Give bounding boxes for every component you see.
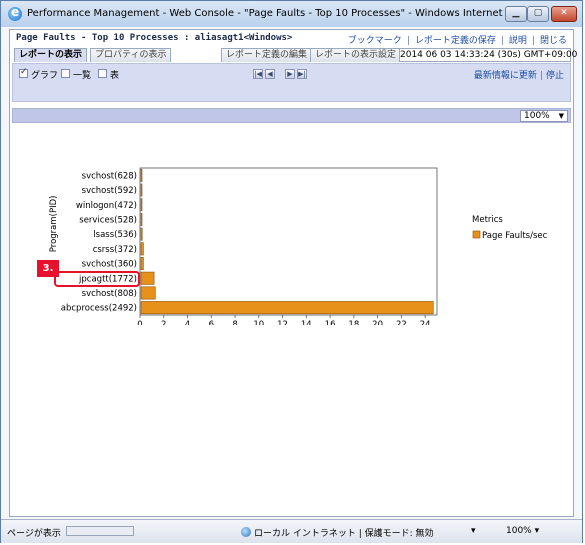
category-label: svchost(592) xyxy=(82,186,137,196)
list-checkbox-label: 一覧 xyxy=(73,71,92,81)
zoom-value: 100% xyxy=(524,111,550,121)
data-bar xyxy=(140,212,143,226)
close-window-button[interactable]: ✕ xyxy=(551,6,577,22)
security-zone-text: ローカル イントラネット | 保護モード: 無効 xyxy=(254,529,434,539)
bookmark-link[interactable]: ブックマーク xyxy=(348,36,402,46)
description-link[interactable]: 説明 xyxy=(509,36,527,46)
page-title: Page Faults - Top 10 Processes : aliasag… xyxy=(16,33,293,43)
list-checkbox[interactable] xyxy=(61,69,70,78)
tab-report-display-settings[interactable]: レポートの表示設定 xyxy=(310,48,402,62)
title-bar: Performance Management - Web Console - "… xyxy=(1,1,582,27)
category-label: csrss(372) xyxy=(93,245,137,255)
toolbar-panel: グラフ 一覧 表 |◀ ◀ ▶ ▶| 最新情報に更新|停止 xyxy=(12,63,571,102)
header-links: ブックマーク | レポート定義の保存 | 説明 | 閉じる xyxy=(347,36,567,46)
x-tick-label: 4 xyxy=(185,320,190,325)
x-tick-label: 22 xyxy=(396,320,407,325)
legend-title: Metrics xyxy=(472,215,503,225)
maximize-button[interactable]: ▢ xyxy=(527,6,549,22)
refresh-links: 最新情報に更新 | 停止 xyxy=(473,71,564,81)
browser-window: Performance Management - Web Console - "… xyxy=(0,0,583,543)
minimize-button[interactable]: ▁ xyxy=(505,6,527,22)
category-label: svchost(360) xyxy=(82,260,137,270)
category-label: lsass(536) xyxy=(93,230,137,240)
data-bar xyxy=(140,198,143,212)
close-icon: ✕ xyxy=(560,8,568,18)
x-tick-label: 14 xyxy=(301,320,312,325)
tab-view-report[interactable]: レポートの表示 xyxy=(14,48,88,62)
x-tick-label: 24 xyxy=(420,320,431,325)
data-bar xyxy=(140,242,144,256)
x-tick-label: 2 xyxy=(161,320,166,325)
refresh-link[interactable]: 最新情報に更新 xyxy=(474,71,537,81)
previous-page-icon[interactable]: ◀ xyxy=(265,69,275,79)
last-page-icon[interactable]: ▶| xyxy=(297,69,307,79)
data-bar xyxy=(140,271,155,285)
legend-entry: Page Faults/sec xyxy=(482,231,548,241)
status-text: ページが表示 xyxy=(7,529,61,539)
status-zoom[interactable]: 100% ▾ xyxy=(506,526,539,536)
table-checkbox[interactable] xyxy=(98,69,107,78)
data-bar xyxy=(140,286,156,300)
x-tick-label: 8 xyxy=(232,320,237,325)
zoom-select[interactable]: 100% ▼ xyxy=(520,110,568,122)
category-label: services(528) xyxy=(79,215,137,225)
zoom-bar: 100% ▼ xyxy=(12,108,571,123)
minimize-icon: ▁ xyxy=(512,8,520,18)
data-bar xyxy=(140,183,143,197)
x-tick-label: 18 xyxy=(348,320,359,325)
chevron-down-icon: ▼ xyxy=(558,112,564,120)
window-title: Performance Management - Web Console - "… xyxy=(27,8,548,19)
category-label: winlogon(472) xyxy=(76,201,137,211)
close-link[interactable]: 閉じる xyxy=(540,36,567,46)
tools-dropdown[interactable]: ▾ xyxy=(471,526,476,536)
category-label: svchost(628) xyxy=(82,171,137,181)
table-checkbox-label: 表 xyxy=(110,71,120,81)
x-tick-label: 0 xyxy=(137,320,142,325)
y-axis-label: Program(PID) xyxy=(49,196,59,253)
bar-chart: svchost(628) svchost(592) winlogon(472) ser… xyxy=(49,167,548,325)
x-tick-label: 16 xyxy=(325,320,336,325)
tab-edit-report-definition[interactable]: レポート定義の編集 xyxy=(221,48,313,62)
x-tick-label: 6 xyxy=(209,320,214,325)
first-page-icon[interactable]: |◀ xyxy=(253,69,263,79)
data-bar xyxy=(140,257,144,271)
globe-icon xyxy=(241,527,251,537)
category-label: abcprocess(2492) xyxy=(61,304,137,314)
tab-view-properties[interactable]: プロパティの表示 xyxy=(90,48,172,62)
maximize-icon: ▢ xyxy=(533,8,543,18)
graph-checkbox[interactable] xyxy=(19,67,28,78)
category-label: svchost(808) xyxy=(82,289,137,299)
report-datetime: 2014 06 03 14:33:24 (30s) GMT+09:00 xyxy=(399,48,578,62)
plot-area xyxy=(139,167,438,316)
status-bar: ページが表示 ローカル イントラネット | 保護モード: 無効 ▾ 100% ▾ xyxy=(1,519,582,543)
x-tick-label: 10 xyxy=(253,320,264,325)
tab-row: レポートの表示 プロパティの表示 レポート定義の編集 レポートの表示設定 201… xyxy=(10,47,578,63)
x-tick-label: 12 xyxy=(277,320,288,325)
security-zone[interactable]: ローカル イントラネット | 保護モード: 無効 xyxy=(241,526,434,539)
page-content: Page Faults - Top 10 Processes : aliasag… xyxy=(9,29,578,517)
stop-link[interactable]: 停止 xyxy=(546,71,564,81)
data-bar xyxy=(140,168,143,182)
data-bar xyxy=(140,301,434,315)
callout-highlight xyxy=(54,271,140,287)
legend-swatch xyxy=(472,230,481,239)
graph-checkbox-label: グラフ xyxy=(31,71,59,81)
next-page-icon[interactable]: ▶ xyxy=(285,69,295,79)
x-tick-label: 20 xyxy=(372,320,383,325)
data-bar xyxy=(140,227,143,241)
save-report-definition-link[interactable]: レポート定義の保存 xyxy=(415,36,496,46)
report-header: Page Faults - Top 10 Processes : aliasag… xyxy=(10,30,573,47)
progress-bar xyxy=(66,526,134,536)
internet-explorer-icon xyxy=(8,5,22,21)
